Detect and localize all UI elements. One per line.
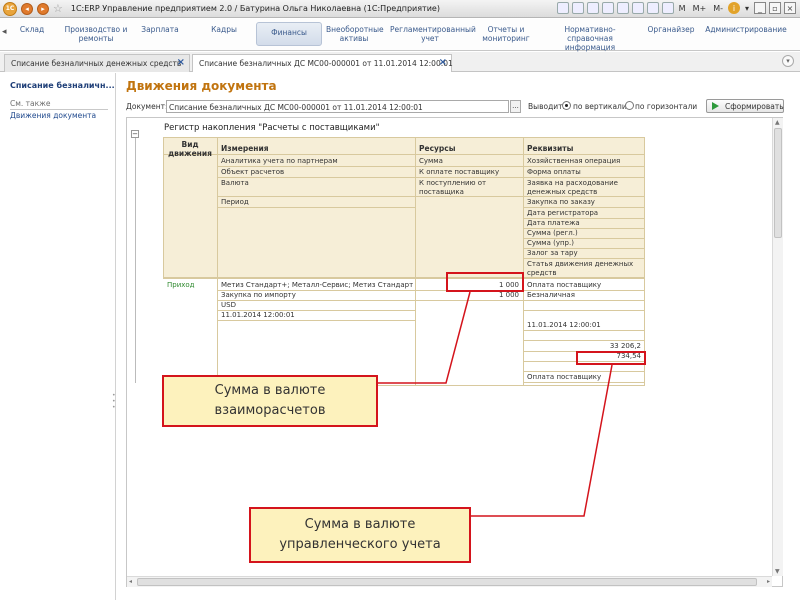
connector-line-management (470, 364, 613, 517)
callout-settlement-currency: Сумма в валюте взаиморасчетов (162, 375, 378, 427)
callout-management-currency: Сумма в валюте управленческого учета (249, 507, 471, 563)
connector-line-settlement (378, 291, 471, 384)
